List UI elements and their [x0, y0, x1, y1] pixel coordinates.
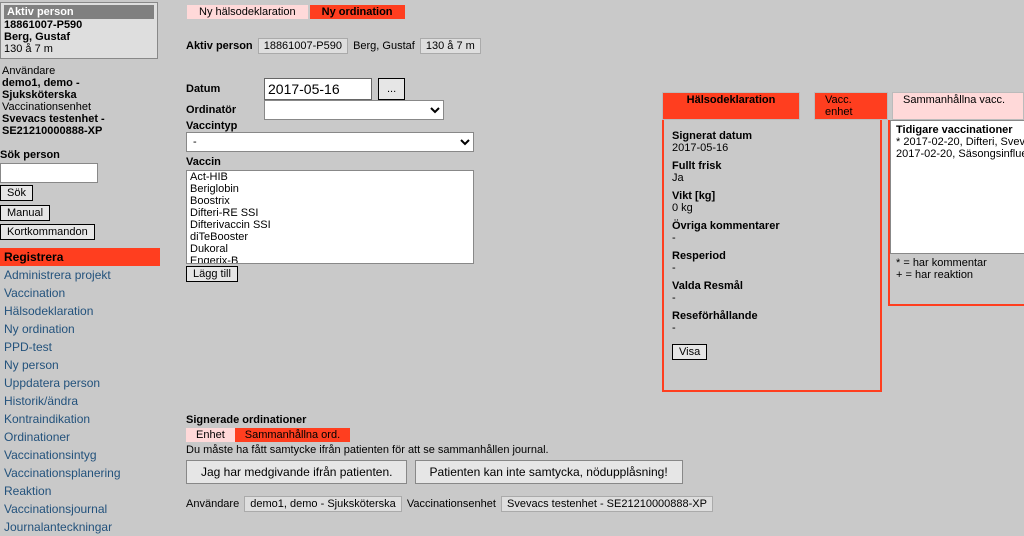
nav-ppd-test[interactable]: PPD-test	[0, 338, 160, 356]
bottom-area: Signerade ordinationer Enhet Sammanhålln…	[186, 414, 1024, 512]
hd-vikt-value: 0 kg	[672, 202, 872, 214]
vaccenhet-value: Svevacs testenhet - SE21210000888-XP	[2, 113, 156, 137]
nav-vaccinationsjournal[interactable]: Vaccinationsjournal	[0, 500, 160, 518]
vaccin-label: Vaccin	[186, 156, 221, 168]
footer-anvandare-value: demo1, demo - Sjuksköterska	[244, 496, 402, 512]
hd-reseforh-label: Reseförhållande	[672, 310, 872, 322]
footer-vaccenhet-value: Svevacs testenhet - SE21210000888-XP	[501, 496, 713, 512]
tv-header: Tidigare vaccinationer	[896, 124, 1024, 136]
tv-row: 2017-02-20, Säsongsinfluensa, Svevacs te…	[896, 148, 1024, 160]
aktiv-line-name: Berg, Gustaf	[353, 40, 415, 52]
aktiv-line-age: 130 å 7 m	[420, 38, 481, 54]
aktiv-line-id: 18861007-P590	[258, 38, 348, 54]
ordinator-label: Ordinatör	[186, 104, 258, 116]
aktiv-person-id: 18861007-P590	[4, 19, 154, 31]
nav-vaccination[interactable]: Vaccination	[0, 284, 160, 302]
user-block: Användare demo1, demo - Sjuksköterska Va…	[0, 65, 158, 143]
nav-reaktion[interactable]: Reaktion	[0, 482, 160, 500]
footer-anvandare-label: Användare	[186, 498, 239, 510]
lagg-till-button[interactable]: Lägg till	[186, 266, 238, 282]
tab-ny-halsodeklaration[interactable]: Ny hälsodeklaration	[186, 4, 309, 20]
vaccin-option[interactable]: diTeBooster	[187, 231, 473, 243]
nav-administrera-projekt[interactable]: Administrera projekt	[0, 266, 160, 284]
hd-visa-button[interactable]: Visa	[672, 344, 707, 360]
nav-vaccinationsplanering[interactable]: Vaccinationsplanering	[0, 464, 160, 482]
vaccintyp-label: Vaccintyp	[186, 120, 237, 132]
nav-ny-person[interactable]: Ny person	[0, 356, 160, 374]
hd-frisk-label: Fullt frisk	[672, 160, 872, 172]
medgivande-button[interactable]: Jag har medgivande ifrån patienten.	[186, 460, 407, 484]
vaccenhet-label: Vaccinationsenhet	[2, 101, 156, 113]
nav-journalanteckningar[interactable]: Journalanteckningar	[0, 518, 160, 536]
ordinator-select[interactable]	[264, 100, 444, 120]
tv-legend-kommentar: * = har kommentar	[896, 257, 987, 269]
vaccin-option[interactable]: Boostrix	[187, 195, 473, 207]
vaccin-option[interactable]: Engerix-B	[187, 255, 473, 264]
vaccin-option[interactable]: Dukoral	[187, 243, 473, 255]
hd-ovrigt-value: -	[672, 232, 872, 244]
hd-frisk-value: Ja	[672, 172, 872, 184]
samtycke-message: Du måste ha fått samtycke ifrån patiente…	[186, 444, 1024, 456]
manual-button[interactable]: Manual	[0, 205, 50, 221]
nav-ordinationer[interactable]: Ordinationer	[0, 428, 160, 446]
sig-tab-sammanhallna[interactable]: Sammanhållna ord.	[235, 428, 350, 442]
aktiv-person-box: Aktiv person 18861007-P590 Berg, Gustaf …	[0, 2, 158, 59]
sidebar: Aktiv person 18861007-P590 Berg, Gustaf …	[0, 0, 162, 527]
datum-input[interactable]	[264, 78, 372, 100]
tidigare-vacc-panel: Tidigare vaccinationer * 2017-02-20, Dif…	[888, 120, 1024, 306]
datum-picker-button[interactable]: ...	[378, 78, 405, 100]
tab-vacc-enhet[interactable]: Vacc. enhet	[814, 92, 888, 120]
hd-signerat-datum-label: Signerat datum	[672, 130, 872, 142]
vaccintyp-select[interactable]: -	[186, 132, 474, 152]
vaccin-option[interactable]: Difterivaccin SSI	[187, 219, 473, 231]
sig-tab-enhet[interactable]: Enhet	[186, 428, 235, 442]
nav-ny-ordination[interactable]: Ny ordination	[0, 320, 160, 338]
nav-uppdatera-person[interactable]: Uppdatera person	[0, 374, 160, 392]
hd-valda-label: Valda Resmål	[672, 280, 872, 292]
tv-legend-reaktion: + = har reaktion	[896, 269, 987, 281]
nav-registrera[interactable]: Registrera	[0, 248, 160, 266]
tv-row: * 2017-02-20, Difteri, Svevacs testenhet	[896, 136, 1024, 148]
aktiv-person-name: Berg, Gustaf	[4, 31, 154, 43]
halsodeklaration-panel: Signerat datum 2017-05-16 Fullt frisk Ja…	[662, 120, 882, 392]
anvandare-value: demo1, demo - Sjuksköterska	[2, 77, 156, 101]
sok-person-label: Sök person	[0, 149, 158, 161]
anvandare-label: Användare	[2, 65, 156, 77]
tidigare-vacc-list: Tidigare vaccinationer * 2017-02-20, Dif…	[890, 120, 1024, 254]
main-area: Ny hälsodeklaration Ny ordination Aktiv …	[162, 0, 1024, 527]
footer-vaccenhet-label: Vaccinationsenhet	[407, 498, 496, 510]
nav-historik-andra[interactable]: Historik/ändra	[0, 392, 160, 410]
vaccin-option[interactable]: Difteri-RE SSI	[187, 207, 473, 219]
nav-vaccinationsintyg[interactable]: Vaccinationsintyg	[0, 446, 160, 464]
hd-vikt-label: Vikt [kg]	[672, 190, 872, 202]
vaccin-option[interactable]: Beriglobin	[187, 183, 473, 195]
nodupplasning-button[interactable]: Patienten kan inte samtycka, nödupplåsni…	[415, 460, 683, 484]
aktiv-person-age: 130 å 7 m	[4, 43, 53, 55]
tab-halsodeklaration[interactable]: Hälsodeklaration	[662, 92, 800, 120]
hd-resperiod-value: -	[672, 262, 872, 274]
aktiv-person-header: Aktiv person	[4, 5, 154, 19]
datum-label: Datum	[186, 83, 258, 95]
vaccin-listbox[interactable]: Act-HIB Beriglobin Boostrix Difteri-RE S…	[186, 170, 474, 264]
aktiv-line: Aktiv person 18861007-P590 Berg, Gustaf …	[186, 38, 1016, 54]
vaccin-option[interactable]: Act-HIB	[187, 171, 473, 183]
sok-button[interactable]: Sök	[0, 185, 33, 201]
hd-resperiod-label: Resperiod	[672, 250, 872, 262]
nav-halsodeklaration[interactable]: Hälsodeklaration	[0, 302, 160, 320]
hd-valda-value: -	[672, 292, 872, 304]
hd-reseforh-value: -	[672, 322, 872, 334]
sidebar-nav: Registrera Administrera projekt Vaccinat…	[0, 248, 158, 536]
signerade-ordinationer-label: Signerade ordinationer	[186, 414, 1024, 426]
sok-person-input[interactable]	[0, 163, 98, 183]
hd-signerat-datum-value: 2017-05-16	[672, 142, 872, 154]
aktiv-line-label: Aktiv person	[186, 40, 253, 52]
hd-ovrigt-label: Övriga kommentarer	[672, 220, 872, 232]
kortkommandon-button[interactable]: Kortkommandon	[0, 224, 95, 240]
tab-ny-ordination[interactable]: Ny ordination	[309, 4, 406, 20]
nav-kontraindikation[interactable]: Kontraindikation	[0, 410, 160, 428]
tab-sammanhallna-vacc[interactable]: Sammanhållna vacc.	[892, 92, 1024, 120]
